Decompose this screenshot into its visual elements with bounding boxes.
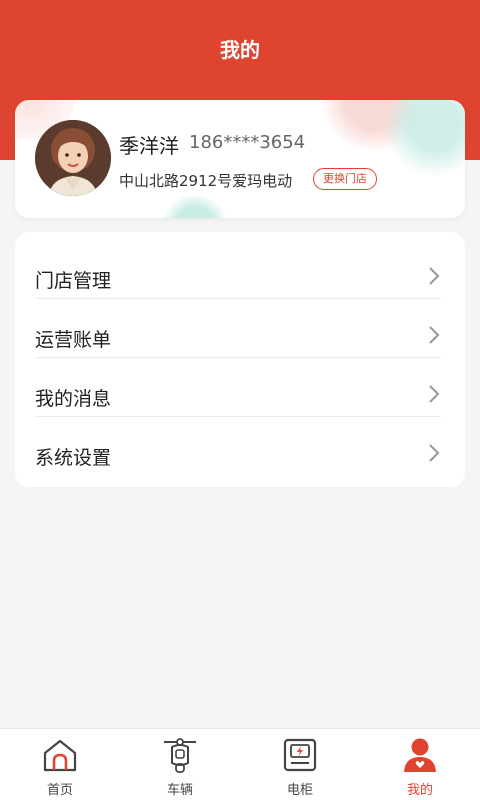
scooter-icon [164, 738, 196, 773]
menu-item-store-management[interactable]: 门店管理 [35, 240, 441, 299]
change-store-button[interactable]: 更换门店 [313, 168, 377, 190]
menu-card: 门店管理 运营账单 我的消息 系统设置 [15, 232, 465, 487]
user-icon [404, 738, 436, 772]
chevron-right-icon [429, 267, 440, 285]
menu-item-system-settings[interactable]: 系统设置 [35, 417, 441, 476]
decoration-bubble [385, 100, 465, 180]
menu-item-label: 系统设置 [35, 447, 112, 469]
home-icon [43, 739, 77, 772]
avatar-image [35, 120, 111, 196]
menu-item-label: 门店管理 [35, 270, 112, 292]
menu-item-my-messages[interactable]: 我的消息 [35, 358, 441, 417]
profile-card: 季洋洋 186****3654 中山北路2912号爱玛电动 更换门店 [15, 100, 465, 218]
tab-label: 车辆 [166, 783, 193, 798]
tab-label: 首页 [46, 783, 73, 798]
tab-vehicles[interactable]: 车辆 [120, 729, 240, 800]
chevron-right-icon [429, 444, 440, 462]
tab-mine[interactable]: 我的 [360, 729, 480, 800]
tab-label: 电柜 [286, 783, 313, 798]
user-name: 季洋洋 [119, 134, 179, 158]
menu-item-operation-bill[interactable]: 运营账单 [35, 299, 441, 358]
decoration-bubble [160, 196, 230, 218]
tab-home[interactable]: 首页 [0, 729, 120, 800]
menu-item-label: 运营账单 [35, 329, 112, 351]
avatar[interactable] [35, 120, 111, 196]
user-phone: 186****3654 [189, 132, 306, 153]
store-address: 中山北路2912号爱玛电动 [119, 172, 293, 190]
battery-cabinet-icon [283, 738, 317, 772]
tab-battery-cabinet[interactable]: 电柜 [240, 729, 360, 800]
page-title: 我的 [220, 38, 260, 62]
bottom-tab-bar: 首页 车辆 电柜 我的 [0, 728, 480, 800]
chevron-right-icon [429, 326, 440, 344]
tab-label: 我的 [406, 783, 433, 798]
chevron-right-icon [429, 385, 440, 403]
menu-item-label: 我的消息 [35, 388, 112, 410]
